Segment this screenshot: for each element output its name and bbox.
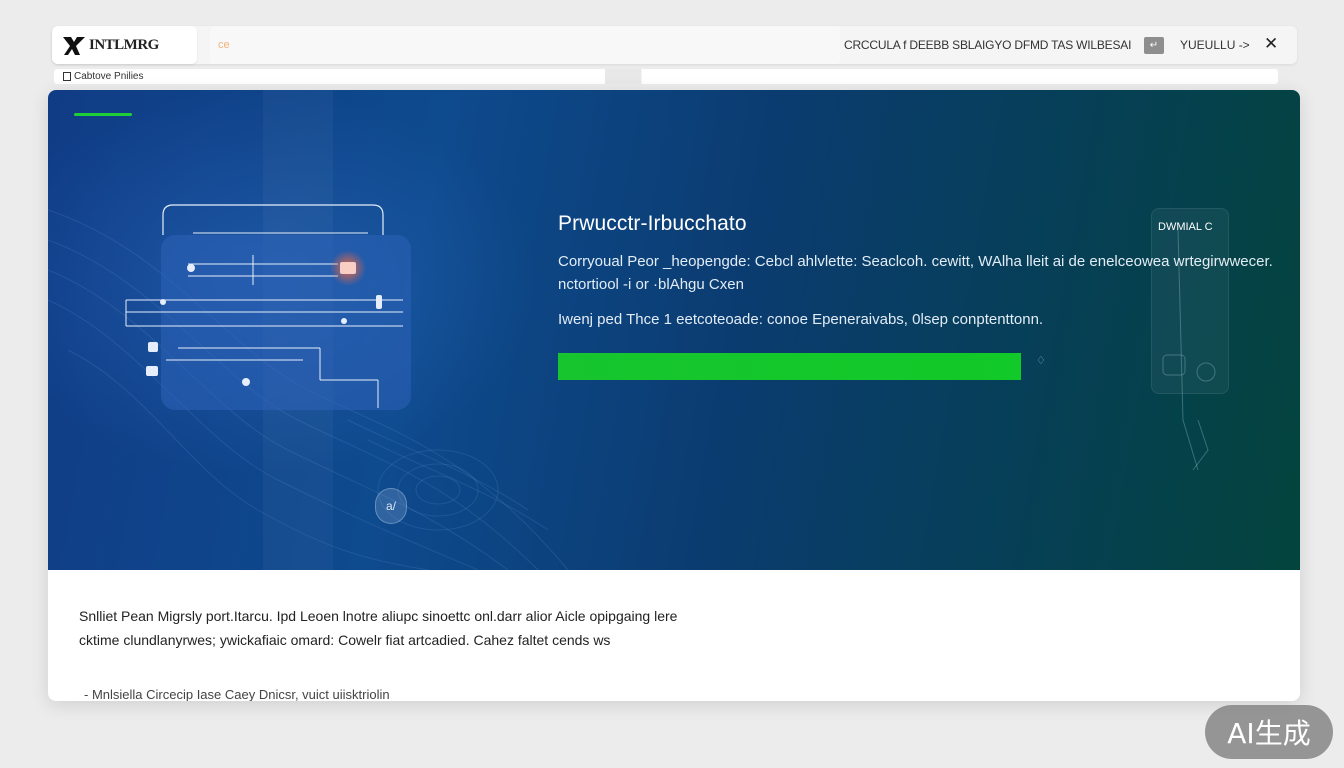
enter-icon[interactable]: ↵: [1144, 37, 1164, 54]
ai-watermark: AI生成: [1205, 705, 1333, 759]
search-bar[interactable]: ce: [210, 26, 840, 64]
breadcrumb-text[interactable]: Cabtove Pnilies: [74, 71, 143, 82]
search-hint: ce: [218, 39, 230, 51]
hero-title: Prwucctr-Irbucchato: [558, 212, 747, 235]
document-icon: [63, 72, 71, 81]
progress-bar: [558, 353, 1021, 380]
side-device-panel: [1151, 208, 1229, 394]
hero-banner: Prwucctr-Irbucchato Corryoual Peor _heop…: [48, 90, 1300, 570]
floating-badge[interactable]: a/: [375, 488, 407, 524]
nav-menu-text[interactable]: CRCCULA f DEEBB SBLAIGYO DFMD TAS WILBES…: [844, 38, 1131, 52]
progress-fill: [558, 353, 1021, 380]
main-card: Prwucctr-Irbucchato Corryoual Peor _heop…: [48, 90, 1300, 701]
hero-illustration: [48, 90, 1216, 570]
brand-name: INTLMRG: [89, 36, 159, 53]
brand-logo-icon: [63, 37, 85, 55]
side-panel-label[interactable]: DWMIAL C: [1158, 221, 1213, 233]
body-bullet: - Mnlsiella Circecip Iase Caey Dnicsr, v…: [84, 687, 390, 701]
accent-line: [74, 113, 132, 116]
progress-marker-icon: ♢: [1036, 355, 1046, 367]
brand-logo[interactable]: INTLMRG: [52, 26, 197, 64]
hero-note: Iwenj ped Thce 1 eetcoteoade: conoe Epen…: [558, 311, 1044, 328]
breadcrumb: Cabtove Pnilies: [54, 69, 1278, 84]
body-paragraph: Snlliet Pean Migrsly port.Itarcu. Ipd Le…: [79, 608, 678, 648]
top-bar: INTLMRG ce CRCCULA f DEEBB SBLAIGYO DFMD…: [52, 26, 1297, 64]
nav-link[interactable]: YUEULLU ->: [1180, 38, 1250, 52]
close-icon[interactable]: ✕: [1264, 34, 1278, 54]
